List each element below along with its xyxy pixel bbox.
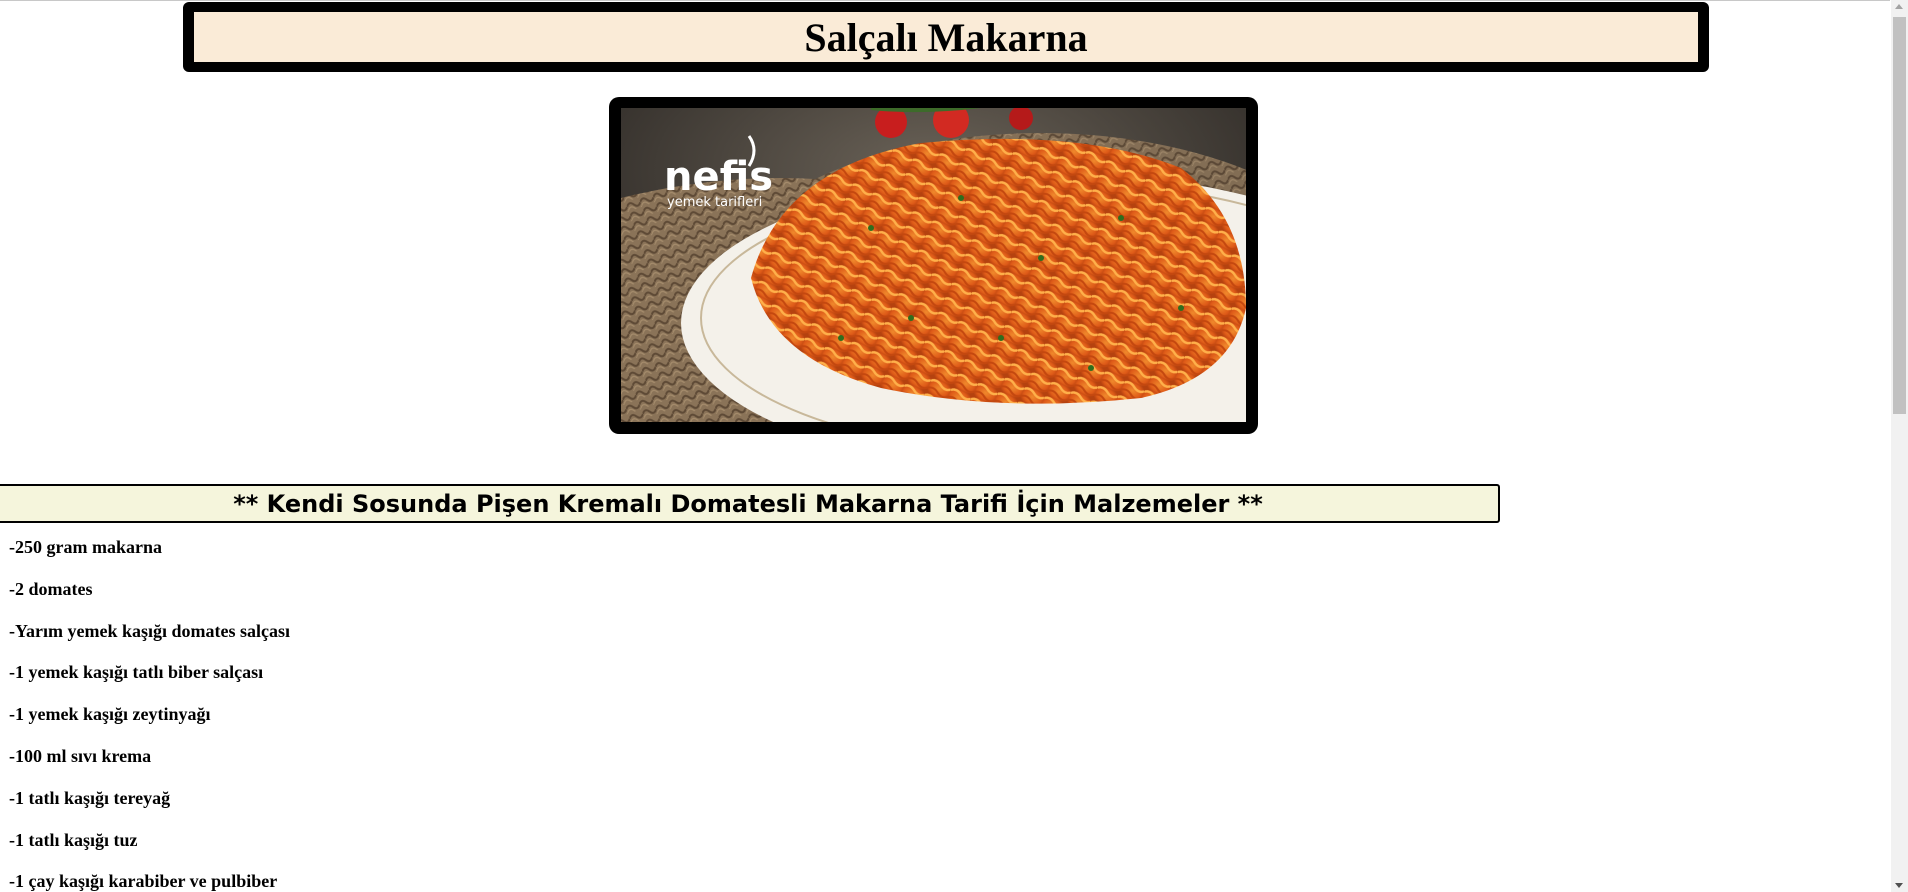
ingredients-heading: ** Kendi Sosunda Pişen Kremalı Domatesli… <box>233 489 1263 518</box>
page-title: Salçalı Makarna <box>804 14 1088 60</box>
ingredient-item: -Yarım yemek kaşığı domates salçası <box>9 620 290 641</box>
ingredient-item: -100 ml sıvı krema <box>9 745 152 766</box>
ingredient-list: -250 gram makarna -2 domates -Yarım yeme… <box>9 536 290 892</box>
title-panel: Salçalı Makarna <box>194 12 1698 62</box>
pasta <box>751 138 1246 404</box>
scrollbar-thumb[interactable] <box>1893 17 1906 414</box>
photo-logo-word: nefis <box>664 154 773 200</box>
page: Salçalı Makarna nefis yemek tarifleri **… <box>0 0 1908 892</box>
photo-logo-subtitle: yemek tarifleri <box>667 195 762 210</box>
top-divider <box>0 0 1890 1</box>
scroll-down-arrow-icon[interactable] <box>1895 883 1903 888</box>
ingredient-item: -1 tatlı kaşığı tereyağ <box>9 787 171 808</box>
ingredient-item: -1 çay kaşığı karabiber ve pulbiber <box>9 871 278 892</box>
recipe-photo-frame: nefis yemek tarifleri <box>609 97 1258 434</box>
ingredient-item: -250 gram makarna <box>9 537 162 557</box>
scroll-up-arrow-icon[interactable] <box>1895 4 1903 9</box>
recipe-photo: nefis yemek tarifleri <box>621 108 1246 422</box>
ingredients-heading-box: ** Kendi Sosunda Pişen Kremalı Domatesli… <box>0 484 1500 523</box>
ingredient-item: -1 yemek kaşığı tatlı biber salçası <box>9 662 264 683</box>
ingredient-item: -2 domates <box>9 578 93 599</box>
vertical-scrollbar[interactable] <box>1891 0 1908 892</box>
ingredient-item: -1 tatlı kaşığı tuz <box>9 829 138 850</box>
title-box: Salçalı Makarna <box>183 2 1709 72</box>
ingredient-item: -1 yemek kaşığı zeytinyağı <box>9 704 211 725</box>
